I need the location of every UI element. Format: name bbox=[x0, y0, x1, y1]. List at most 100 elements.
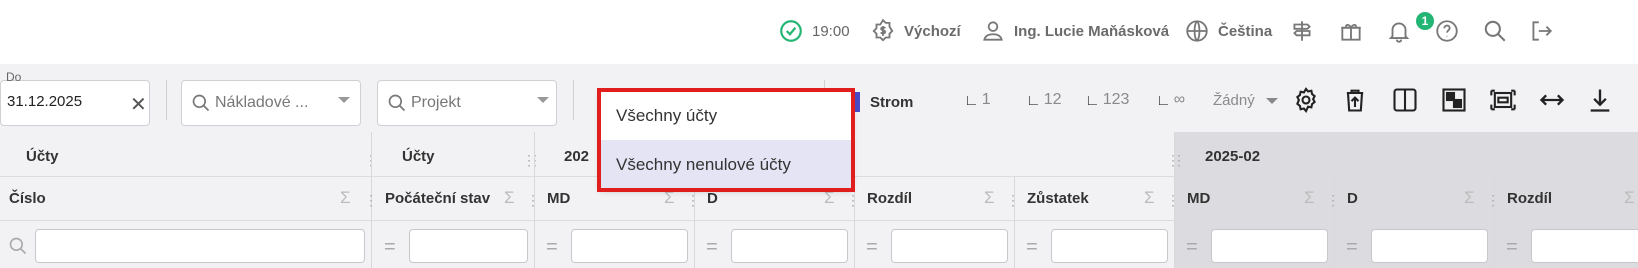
level-12-label: 12 bbox=[1043, 91, 1062, 108]
project-placeholder-wrap: Projekt bbox=[387, 93, 461, 113]
sigma-icon[interactable]: Σ bbox=[504, 188, 515, 208]
download-button[interactable] bbox=[1586, 86, 1614, 114]
equals-icon[interactable]: = bbox=[1346, 236, 1358, 259]
column-header-number[interactable]: Číslo bbox=[9, 190, 46, 207]
drag-handle-icon[interactable]: ⋮ bbox=[364, 192, 378, 209]
equals-icon[interactable]: = bbox=[1186, 236, 1198, 259]
fit-screen-button[interactable] bbox=[1489, 86, 1517, 114]
level-corner-icon: ∟ bbox=[1156, 91, 1171, 109]
search-icon bbox=[192, 94, 210, 112]
cost-center-placeholder-wrap: Nákladové ... bbox=[191, 93, 308, 113]
sigma-icon[interactable]: Σ bbox=[1144, 188, 1155, 208]
highlight-box bbox=[597, 88, 855, 192]
globe-icon bbox=[1184, 18, 1210, 44]
notifications-button[interactable] bbox=[1386, 16, 1412, 46]
equals-icon[interactable]: = bbox=[1506, 236, 1518, 259]
split-view-button[interactable] bbox=[1391, 86, 1419, 114]
sigma-icon[interactable]: Σ bbox=[1464, 188, 1475, 208]
status-time: 19:00 bbox=[812, 22, 850, 40]
project-placeholder: Projekt bbox=[411, 94, 461, 111]
sigma-icon[interactable]: Σ bbox=[340, 188, 351, 208]
equals-icon[interactable]: = bbox=[866, 236, 878, 259]
drag-handle-icon[interactable]: ⋮ bbox=[846, 192, 860, 209]
sigma-icon[interactable]: Σ bbox=[1304, 188, 1315, 208]
group-header-month: 202 bbox=[564, 148, 590, 165]
column-header-difference-2[interactable]: Rozdíl bbox=[1507, 190, 1552, 207]
drag-handle-icon[interactable]: ⋮ bbox=[1166, 192, 1180, 209]
search-icon bbox=[388, 94, 406, 112]
column-header-d[interactable]: D bbox=[707, 190, 718, 207]
sigma-icon[interactable]: Σ bbox=[1624, 188, 1635, 208]
expand-width-button[interactable] bbox=[1538, 86, 1566, 114]
column-divider bbox=[1174, 132, 1175, 268]
arrows-horizontal-icon bbox=[1539, 94, 1565, 106]
check-circle-icon bbox=[778, 18, 804, 44]
columns-icon bbox=[1393, 88, 1417, 112]
level-1-label: 1 bbox=[981, 91, 991, 108]
date-to-value: 31.12.2025 bbox=[7, 93, 83, 110]
level-1-button[interactable]: ∟ 1 bbox=[964, 91, 991, 109]
drag-handle-icon[interactable]: ⋮ bbox=[1006, 192, 1020, 209]
filter-input-md-2[interactable] bbox=[1211, 229, 1328, 263]
chevron-down-icon bbox=[1266, 98, 1278, 104]
column-header-md-2[interactable]: MD bbox=[1187, 190, 1210, 207]
help-icon bbox=[1434, 18, 1460, 44]
level-all-button[interactable]: ∟ ∞ bbox=[1156, 91, 1185, 109]
filter-input-d[interactable] bbox=[731, 229, 848, 263]
clear-date-icon[interactable]: ✕ bbox=[130, 92, 147, 117]
signpost-icon bbox=[1289, 18, 1315, 44]
equals-icon[interactable]: = bbox=[384, 236, 396, 259]
search-icon bbox=[1482, 18, 1508, 44]
drag-handle-icon[interactable]: ⋮ bbox=[686, 192, 700, 209]
gear-icon bbox=[1296, 87, 1316, 114]
equals-icon[interactable]: = bbox=[706, 236, 718, 259]
drag-handle-icon[interactable]: ⋮ bbox=[1326, 192, 1340, 209]
level-all-label: ∞ bbox=[1173, 91, 1186, 108]
gift-button[interactable] bbox=[1338, 16, 1364, 46]
trash-up-icon bbox=[1346, 89, 1364, 112]
filter-input-md[interactable] bbox=[571, 229, 688, 263]
user-icon bbox=[980, 18, 1006, 44]
filter-input-difference-2[interactable] bbox=[1531, 229, 1638, 263]
divider bbox=[573, 80, 574, 120]
level-12-button[interactable]: ∟ 12 bbox=[1026, 91, 1061, 109]
logout-icon bbox=[1528, 18, 1554, 44]
help-button[interactable] bbox=[1434, 16, 1460, 46]
language-selector[interactable]: Čeština bbox=[1184, 16, 1272, 46]
logout-button[interactable] bbox=[1528, 16, 1554, 46]
filter-input-opening-balance[interactable] bbox=[409, 229, 528, 263]
equals-icon[interactable]: = bbox=[1026, 236, 1038, 259]
search-button[interactable] bbox=[1482, 16, 1508, 46]
column-header-md[interactable]: MD bbox=[547, 190, 570, 207]
drag-handle-icon[interactable]: ⋮ bbox=[526, 192, 540, 209]
column-header-balance[interactable]: Zůstatek bbox=[1027, 190, 1089, 207]
column-divider bbox=[1014, 176, 1015, 268]
dollar-badge-icon bbox=[870, 18, 896, 44]
filter-input-number[interactable] bbox=[35, 229, 365, 263]
filter-input-d-2[interactable] bbox=[1371, 229, 1488, 263]
settings-button[interactable] bbox=[1292, 86, 1320, 114]
fit-screen-icon bbox=[1490, 89, 1516, 111]
grid-quadrant-icon bbox=[1442, 88, 1466, 112]
status-indicator[interactable]: 19:00 bbox=[778, 16, 850, 46]
group-header-accounts: Účty bbox=[26, 148, 59, 165]
filter-input-balance[interactable] bbox=[1051, 229, 1168, 263]
group-header-accounts: Účty bbox=[402, 148, 435, 165]
filter-input-difference[interactable] bbox=[891, 229, 1008, 263]
drag-handle-icon[interactable]: ⋮ bbox=[364, 152, 378, 169]
user-menu[interactable]: Ing. Lucie Maňásková bbox=[980, 16, 1169, 46]
column-header-d-2[interactable]: D bbox=[1347, 190, 1358, 207]
delete-filter-button[interactable] bbox=[1341, 86, 1369, 114]
tree-toggle-label[interactable]: Strom bbox=[870, 94, 913, 111]
equals-icon[interactable]: = bbox=[546, 236, 558, 259]
signpost-button[interactable] bbox=[1289, 16, 1315, 46]
level-123-button[interactable]: ∟ 123 bbox=[1085, 91, 1129, 109]
column-header-difference[interactable]: Rozdíl bbox=[867, 190, 912, 207]
column-header-opening-balance[interactable]: Počáteční stav bbox=[385, 190, 490, 207]
none-select[interactable]: Žádný bbox=[1213, 92, 1255, 109]
layout-button[interactable] bbox=[1440, 86, 1468, 114]
date-to-label: Do bbox=[6, 70, 22, 84]
drag-handle-icon[interactable]: ⋮ bbox=[1486, 192, 1500, 209]
profile-selector[interactable]: Výchozí bbox=[870, 16, 961, 46]
sigma-icon[interactable]: Σ bbox=[984, 188, 995, 208]
